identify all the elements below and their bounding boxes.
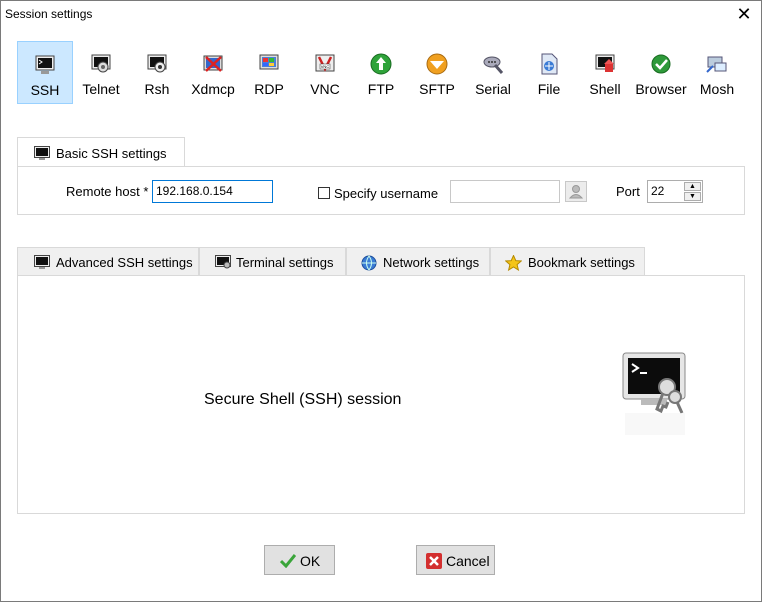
sftp-icon [426,53,448,75]
tab-label: Network settings [383,255,480,270]
cancel-x-icon [426,553,442,569]
remote-host-input[interactable]: 192.168.0.154 [152,180,273,203]
session-type-label: Browser [635,81,687,97]
window-title: Session settings [5,7,93,21]
xdmcp-icon [203,55,223,72]
mosh-icon [706,56,727,73]
user-icon [568,185,584,199]
username-input[interactable] [450,180,560,203]
session-type-xdmcp[interactable]: Xdmcp [185,41,241,104]
tab-label: Bookmark settings [528,255,635,270]
ssh-terminal-icon [35,55,55,74]
rsh-icon [147,54,167,73]
session-description: Secure Shell (SSH) session [204,391,402,408]
cancel-button[interactable]: Cancel [416,545,495,575]
tab-label: Advanced SSH settings [56,255,193,270]
session-type-browser[interactable]: Browser [633,41,689,104]
session-type-telnet[interactable]: Telnet [73,41,129,104]
session-type-rdp[interactable]: RDP [241,41,297,104]
session-type-toolbar: SSH Telnet Rsh Xdmcp RDP VNC VNC FTP SFT… [16,41,746,105]
telnet-icon [91,54,111,73]
session-type-label: Serial [475,81,511,97]
vnc-icon: VNC [315,54,335,72]
globe-icon [361,255,377,271]
ok-button[interactable]: OK [264,545,335,575]
port-increment-button[interactable]: ▲ [684,182,701,191]
user-manager-button[interactable] [565,181,587,202]
close-icon[interactable]: ✕ [733,3,755,25]
tab-bookmark-settings[interactable]: Bookmark settings [490,247,645,276]
check-icon [280,554,296,568]
session-type-label: Mosh [699,81,735,97]
session-type-mosh[interactable]: Mosh [689,41,745,104]
session-type-vnc[interactable]: VNC VNC [297,41,353,104]
session-type-rsh[interactable]: Rsh [129,41,185,104]
specify-username-label: Specify username [334,186,439,201]
tab-label: Terminal settings [236,255,334,270]
tab-terminal-settings[interactable]: Terminal settings [199,247,346,276]
session-type-sftp[interactable]: SFTP [409,41,465,104]
terminal-icon [34,255,50,269]
session-type-label: Telnet [82,81,120,97]
svg-text:VNC: VNC [321,64,330,69]
session-type-ftp[interactable]: FTP [353,41,409,104]
specify-username-checkbox[interactable] [318,187,330,199]
session-type-label: RDP [254,81,284,97]
session-type-label: Rsh [144,81,170,97]
session-type-label: Xdmcp [191,81,235,97]
tab-advanced-ssh-settings[interactable]: Advanced SSH settings [17,247,199,276]
session-type-label: File [537,81,561,97]
ssh-session-large-icon [622,352,686,435]
session-type-label: Shell [589,81,621,97]
terminal-settings-icon [215,255,231,269]
port-label: Port [616,184,640,199]
ftp-icon [370,53,392,75]
serial-icon [483,56,504,74]
session-type-label: SSH [30,82,60,98]
rdp-icon [259,54,279,70]
browser-icon [651,54,671,74]
shell-icon [595,54,615,72]
session-type-shell[interactable]: Shell [577,41,633,104]
ok-label: OK [300,553,321,569]
star-icon [505,255,522,271]
file-icon [541,53,558,75]
session-type-file[interactable]: File [521,41,577,104]
terminal-icon [34,146,50,160]
session-type-serial[interactable]: Serial [465,41,521,104]
session-type-label: SFTP [419,81,455,97]
title-bar: Session settings ✕ [1,1,761,27]
remote-host-label: Remote host * [66,184,149,199]
cancel-label: Cancel [446,553,490,569]
session-type-ssh[interactable]: SSH [17,41,73,104]
session-type-label: VNC [310,81,340,97]
tab-basic-ssh-settings[interactable]: Basic SSH settings [17,137,185,167]
port-decrement-button[interactable]: ▼ [684,192,701,201]
session-type-label: FTP [367,81,395,97]
tab-network-settings[interactable]: Network settings [346,247,490,276]
basic-tab-label: Basic SSH settings [56,146,167,161]
